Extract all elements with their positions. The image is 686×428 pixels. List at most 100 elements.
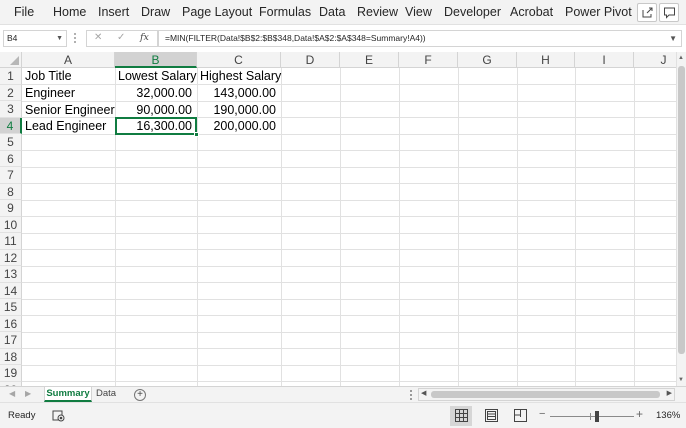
tab-scroll-splitter[interactable]: [410, 390, 412, 400]
cell-c3[interactable]: 190,000.00: [197, 102, 281, 118]
column-header[interactable]: F: [399, 52, 458, 68]
normal-view-button[interactable]: [450, 406, 472, 426]
insert-function-button[interactable]: fx: [140, 32, 149, 43]
row-header[interactable]: 7: [0, 167, 22, 184]
share-icon[interactable]: [637, 3, 657, 22]
fill-handle[interactable]: [194, 132, 199, 137]
chevron-down-icon[interactable]: ▼: [669, 31, 677, 46]
row-header[interactable]: 2: [0, 84, 22, 101]
gridline: [634, 68, 635, 386]
tab-draw[interactable]: Draw: [141, 5, 170, 19]
column-header[interactable]: E: [340, 52, 399, 68]
column-header[interactable]: I: [575, 52, 634, 68]
chevron-right-icon[interactable]: ▶: [25, 389, 31, 398]
row-header[interactable]: 17: [0, 332, 22, 349]
row-header[interactable]: 16: [0, 315, 22, 332]
gridline: [22, 282, 676, 283]
sheet-tab-data[interactable]: Data: [93, 387, 119, 402]
tab-data[interactable]: Data: [319, 5, 345, 19]
scroll-down-icon[interactable]: ▼: [678, 377, 684, 383]
cell-b3[interactable]: 90,000.00: [115, 102, 197, 118]
gridline: [22, 331, 676, 333]
row-header[interactable]: 18: [0, 348, 22, 365]
row-header[interactable]: 15: [0, 299, 22, 316]
select-all-button[interactable]: [0, 52, 22, 68]
cell-c2[interactable]: 143,000.00: [197, 85, 281, 101]
tab-page-layout[interactable]: Page Layout: [182, 5, 252, 19]
tab-file[interactable]: File: [14, 5, 34, 19]
tab-view[interactable]: View: [405, 5, 432, 19]
row-header[interactable]: 5: [0, 134, 22, 151]
cell-c1[interactable]: Highest Salary: [197, 68, 281, 84]
cell-a1[interactable]: Job Title: [22, 68, 115, 84]
row-header[interactable]: 9: [0, 200, 22, 217]
column-header[interactable]: J: [634, 52, 676, 68]
zoom-in-button[interactable]: +: [636, 407, 643, 421]
cell-b2[interactable]: 32,000.00: [115, 85, 197, 101]
add-sheet-icon[interactable]: +: [134, 389, 146, 401]
status-bar: Ready − + 136%: [0, 402, 686, 428]
formula-input[interactable]: =MIN(FILTER(Data!$B$2:$B$348,Data!$A$2:$…: [158, 30, 682, 47]
row-header[interactable]: 6: [0, 150, 22, 167]
column-header[interactable]: C: [197, 52, 281, 68]
formula-text: =MIN(FILTER(Data!$B$2:$B$348,Data!$A$2:$…: [165, 33, 426, 43]
page-layout-view-button[interactable]: [480, 406, 502, 426]
worksheet-grid[interactable]: A B C D E F G H I J 1 2 3 4 5 6 7 8 9 10…: [0, 52, 676, 386]
macro-recorder-icon[interactable]: [52, 409, 65, 422]
row-header[interactable]: 13: [0, 266, 22, 283]
column-header[interactable]: G: [458, 52, 517, 68]
horizontal-scroll-thumb[interactable]: [431, 391, 660, 398]
row-header[interactable]: 12: [0, 249, 22, 266]
sheet-tab-summary[interactable]: Summary: [44, 387, 92, 402]
tab-formulas[interactable]: Formulas: [259, 5, 311, 19]
tab-acrobat[interactable]: Acrobat: [510, 5, 553, 19]
row-header[interactable]: 10: [0, 216, 22, 233]
cell-a3[interactable]: Senior Engineer: [22, 102, 115, 118]
cancel-icon[interactable]: ✕: [94, 32, 102, 43]
row-header[interactable]: 4: [0, 117, 22, 134]
zoom-slider[interactable]: [550, 416, 634, 417]
comments-icon[interactable]: [659, 3, 679, 22]
zoom-slider-thumb[interactable]: [595, 411, 599, 422]
scroll-left-icon[interactable]: ◀: [421, 389, 426, 397]
tab-home[interactable]: Home: [53, 5, 86, 19]
tab-insert[interactable]: Insert: [98, 5, 129, 19]
vertical-scrollbar[interactable]: ▲ ▼: [676, 52, 686, 386]
cell-b1[interactable]: Lowest Salary: [115, 68, 197, 84]
formula-bar-resize-handle[interactable]: [74, 33, 76, 44]
column-header[interactable]: D: [281, 52, 340, 68]
column-header[interactable]: A: [22, 52, 115, 68]
cell-a4[interactable]: Lead Engineer: [22, 118, 115, 134]
gridline: [22, 249, 676, 250]
active-cell-border: [115, 117, 197, 135]
row-header[interactable]: 14: [0, 282, 22, 299]
name-box[interactable]: B4 ▼: [3, 30, 67, 47]
zoom-level[interactable]: 136%: [656, 410, 680, 421]
row-header[interactable]: 3: [0, 101, 22, 118]
row-header[interactable]: 11: [0, 233, 22, 250]
row-header[interactable]: 8: [0, 183, 22, 200]
sheet-tab-bar: ◀ ▶ Summary Data + ◀ ▶: [0, 386, 686, 402]
tab-developer[interactable]: Developer: [444, 5, 501, 19]
cell-a2[interactable]: Engineer: [22, 85, 115, 101]
horizontal-scrollbar[interactable]: ◀ ▶: [418, 388, 675, 401]
column-header[interactable]: B: [115, 52, 197, 68]
cell-c4[interactable]: 200,000.00: [197, 118, 281, 134]
zoom-out-button[interactable]: −: [539, 408, 545, 420]
gridline: [22, 150, 676, 151]
page-break-view-button[interactable]: [509, 406, 531, 426]
row-header[interactable]: 19: [0, 365, 22, 382]
column-header[interactable]: H: [517, 52, 575, 68]
chevron-down-icon[interactable]: ▼: [56, 31, 63, 46]
row-header[interactable]: 1: [0, 68, 22, 85]
gridline: [22, 364, 676, 366]
vertical-scroll-thumb[interactable]: [678, 66, 685, 354]
tab-review[interactable]: Review: [357, 5, 398, 19]
tab-power-pivot[interactable]: Power Pivot: [565, 5, 632, 19]
enter-icon[interactable]: ✓: [117, 32, 125, 43]
scroll-right-icon[interactable]: ▶: [667, 389, 672, 397]
name-box-value: B4: [7, 33, 18, 43]
excel-window: File Home Insert Draw Page Layout Formul…: [0, 0, 686, 428]
chevron-left-icon[interactable]: ◀: [9, 389, 15, 398]
scroll-up-icon[interactable]: ▲: [678, 55, 684, 61]
